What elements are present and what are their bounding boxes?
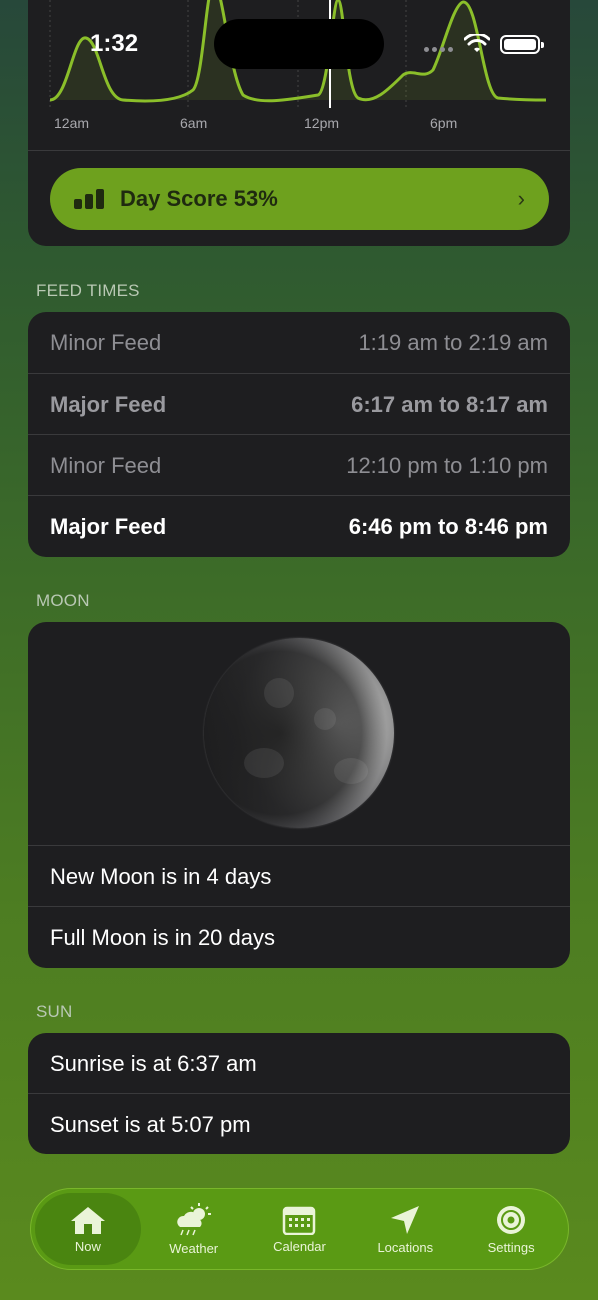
full-moon-text: Full Moon is in 20 days — [50, 924, 275, 950]
tab-now[interactable]: Now — [35, 1193, 141, 1265]
tab-label: Calendar — [273, 1238, 326, 1254]
tab-weather[interactable]: Weather — [141, 1193, 247, 1265]
new-moon-text: New Moon is in 4 days — [50, 863, 272, 889]
moon-header: MOON — [36, 591, 90, 610]
feed-row: Major Feed 6:17 am to 8:17 am — [28, 373, 570, 435]
sunset-row: Sunset is at 5:07 pm — [28, 1093, 570, 1154]
tab-bar: Now Weather Calendar Locations Settings — [30, 1188, 569, 1270]
sun-card: Sunrise is at 6:37 am Sunset is at 5:07 … — [28, 1033, 570, 1154]
divider — [28, 150, 570, 151]
sunrise-text: Sunrise is at 6:37 am — [50, 1051, 257, 1076]
day-score-button[interactable]: Day Score 53% › — [50, 168, 549, 230]
feed-name: Minor Feed — [50, 452, 162, 478]
feed-row: Minor Feed 12:10 pm to 1:10 pm — [28, 434, 570, 496]
battery-icon — [500, 35, 544, 54]
feed-time: 6:17 am to 8:17 am — [351, 391, 548, 417]
feed-name: Major Feed — [50, 391, 167, 417]
sun-header: SUN — [36, 1002, 73, 1021]
feed-row: Major Feed 6:46 pm to 8:46 pm — [28, 495, 570, 557]
cellular-signal-icon — [424, 47, 453, 52]
tab-label: Locations — [377, 1239, 434, 1255]
feed-row: Minor Feed 1:19 am to 2:19 am — [28, 312, 570, 374]
tick-6pm: 6pm — [430, 115, 458, 131]
tab-locations[interactable]: Locations — [352, 1193, 458, 1265]
sunrise-row: Sunrise is at 6:37 am — [28, 1033, 570, 1095]
feed-time: 1:19 am to 2:19 am — [358, 330, 548, 355]
moon-card: New Moon is in 4 days Full Moon is in 20… — [28, 622, 570, 968]
wifi-icon — [464, 34, 490, 52]
chevron-right-icon: › — [517, 186, 525, 211]
moon-phase-image — [204, 638, 394, 828]
tick-6am: 6am — [180, 115, 208, 131]
day-score-label: Day Score 53% — [120, 186, 278, 211]
new-moon-row: New Moon is in 4 days — [28, 845, 570, 907]
home-icon — [70, 1206, 105, 1234]
full-moon-row: Full Moon is in 20 days — [28, 906, 570, 968]
feed-time: 12:10 pm to 1:10 pm — [346, 452, 548, 478]
tab-label: Weather — [169, 1240, 219, 1256]
calendar-icon — [283, 1206, 316, 1235]
sunset-text: Sunset is at 5:07 pm — [50, 1111, 251, 1137]
tick-12am: 12am — [54, 115, 90, 131]
tab-calendar[interactable]: Calendar — [247, 1193, 353, 1265]
dynamic-island — [214, 19, 384, 69]
tab-settings[interactable]: Settings — [458, 1193, 564, 1265]
feed-name: Major Feed — [50, 513, 167, 539]
tab-label: Settings — [487, 1239, 535, 1255]
tab-label: Now — [74, 1238, 101, 1254]
tick-12pm: 12pm — [304, 115, 340, 131]
location-arrow-icon — [391, 1205, 420, 1234]
feed-name: Minor Feed — [50, 330, 162, 355]
bar-chart-icon — [74, 189, 104, 209]
feed-times-card: Minor Feed 1:19 am to 2:19 am Major Feed… — [28, 312, 570, 557]
feed-times-header: FEED TIMES — [36, 281, 140, 300]
weather-icon — [176, 1202, 211, 1235]
gear-icon — [497, 1205, 526, 1234]
feed-time: 6:46 pm to 8:46 pm — [348, 513, 548, 539]
status-time: 1:32 — [90, 30, 139, 57]
